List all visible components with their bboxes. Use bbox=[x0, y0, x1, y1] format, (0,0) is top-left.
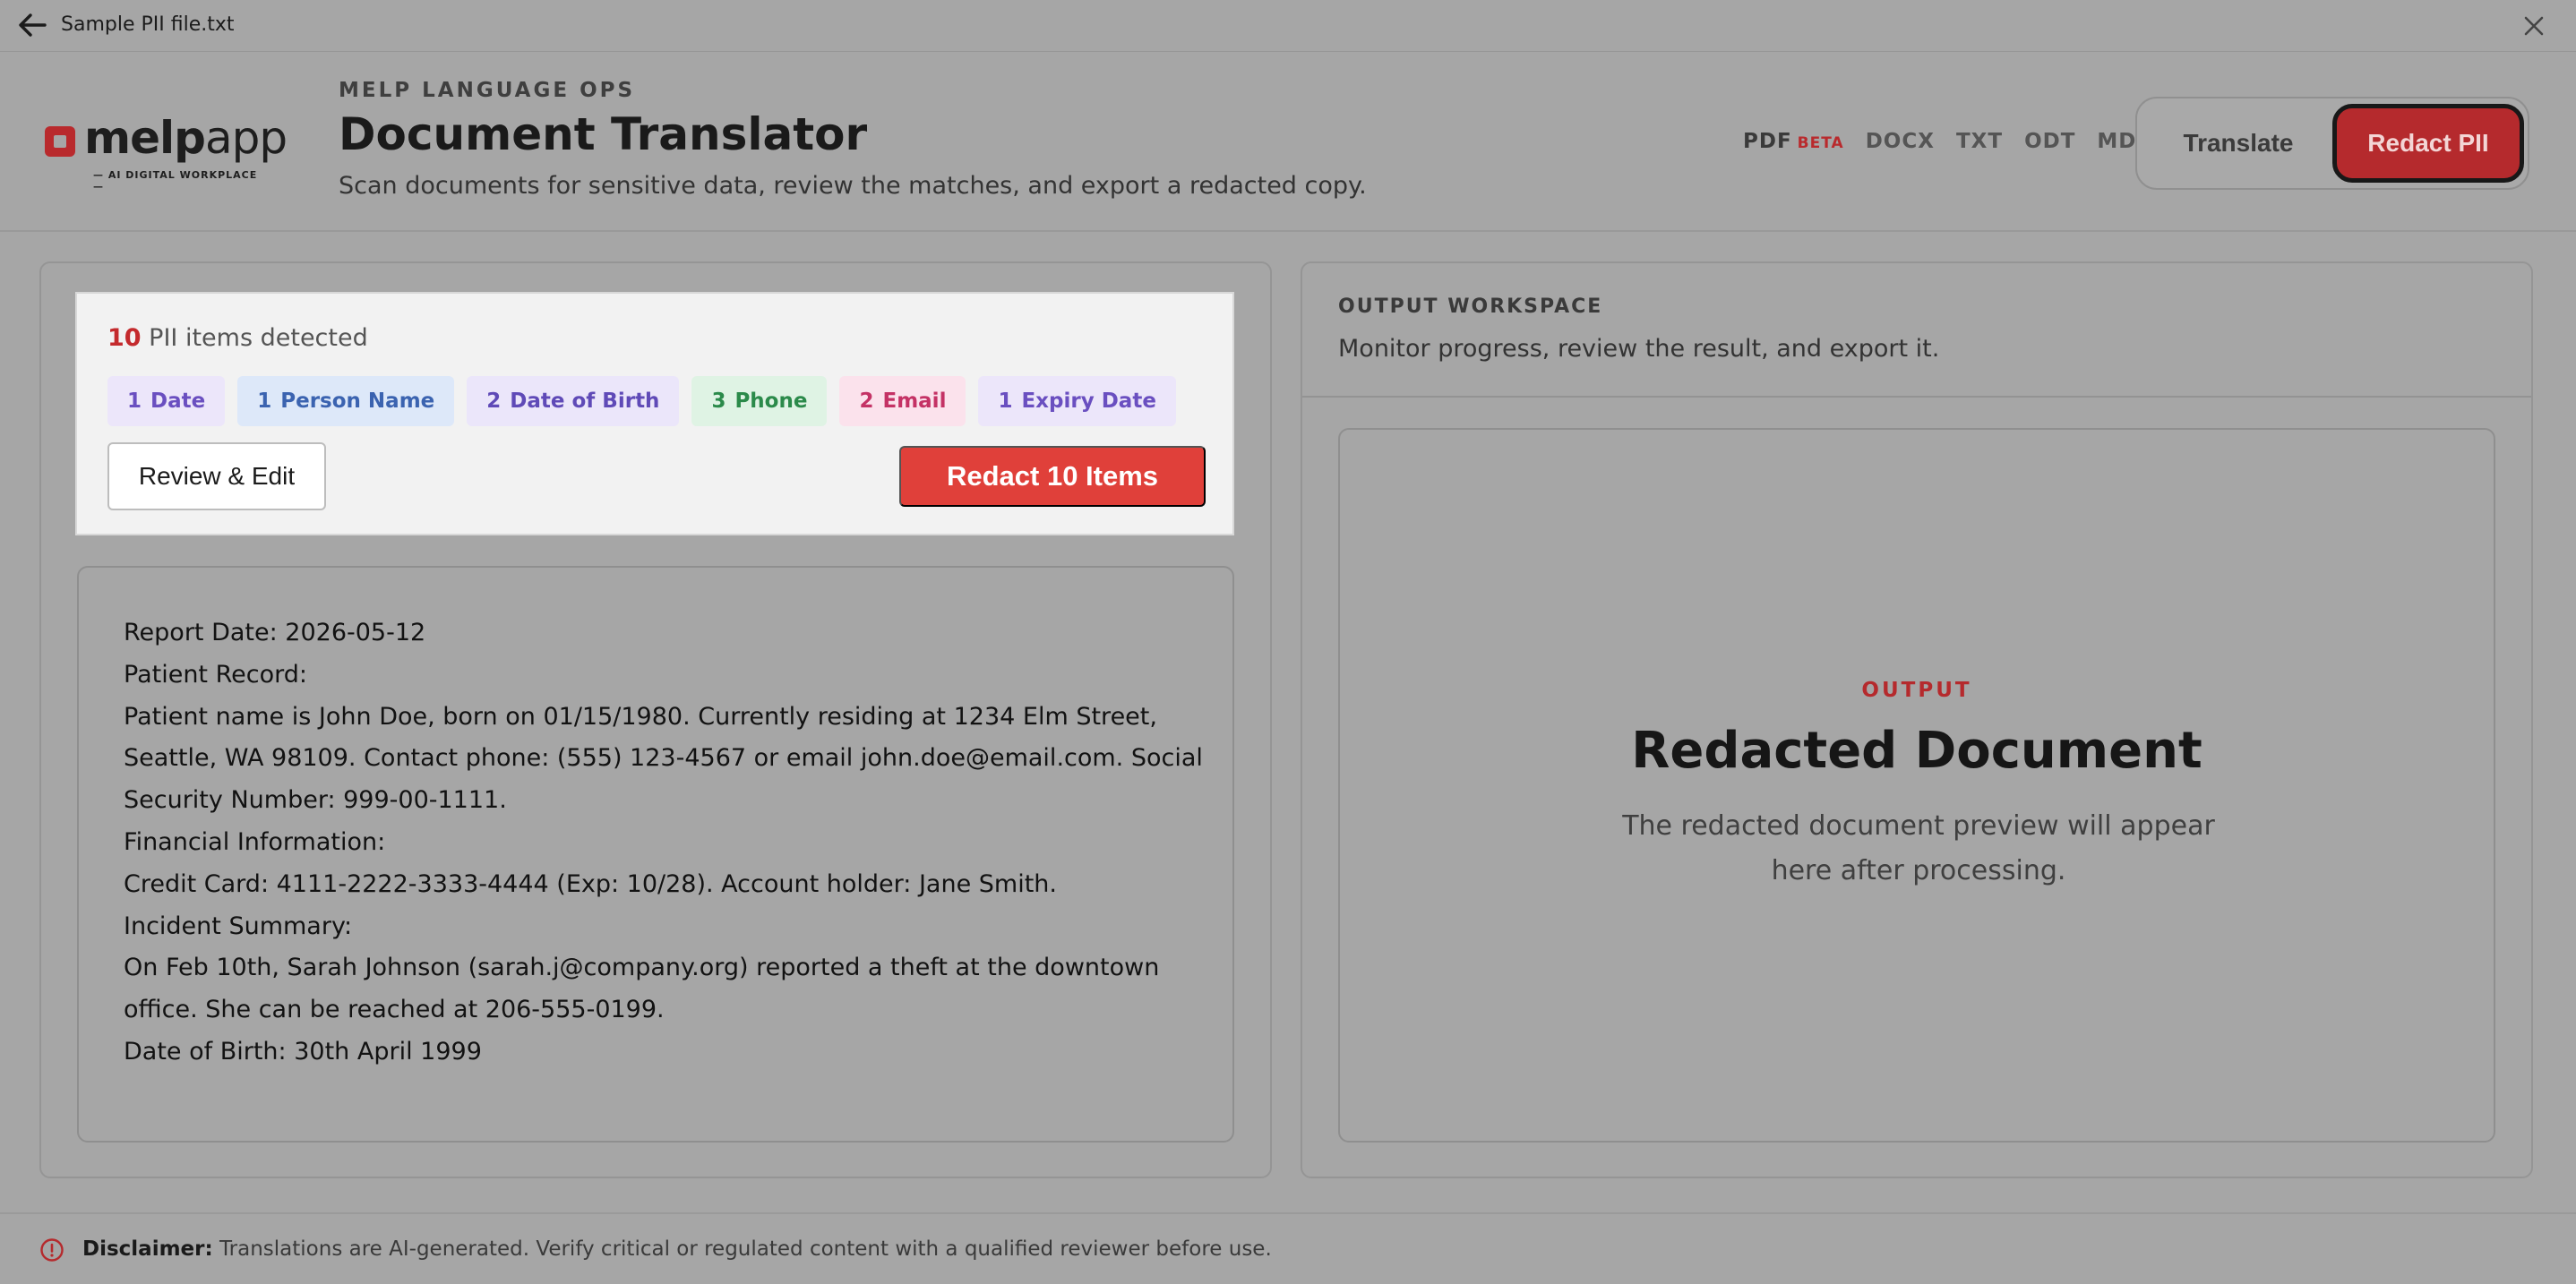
doc-line: On Feb 10th, Sarah Johnson (sarah.j@comp… bbox=[124, 954, 1160, 1024]
info-circle-icon bbox=[40, 1238, 64, 1262]
close-icon[interactable] bbox=[2520, 13, 2547, 39]
header-eyebrow: MELP LANGUAGE OPS bbox=[339, 79, 636, 102]
redacted-preview-box: OUTPUT Redacted Document The redacted do… bbox=[1338, 428, 2495, 1143]
format-pdf: PDF BETA bbox=[1743, 130, 1844, 153]
pii-count: 10 bbox=[107, 324, 142, 352]
document-preview[interactable]: Report Date: 2026-05-12 Patient Record: … bbox=[77, 566, 1234, 1143]
format-odt: ODT bbox=[2024, 130, 2076, 153]
arrow-left-icon[interactable] bbox=[16, 12, 48, 39]
app-header: melpapp — AI DIGITAL WORKPLACE — MELP LA… bbox=[0, 53, 2576, 232]
output-subtitle: Monitor progress, review the result, and… bbox=[1338, 335, 1940, 363]
logo-mark-icon bbox=[45, 126, 75, 157]
disclaimer-text: Disclaimer: Translations are AI-generate… bbox=[82, 1237, 1272, 1261]
pii-category-chips: 1 Date 1 Person Name 2 Date of Birth 3 Phone… bbox=[107, 376, 1176, 426]
page-title: Document Translator bbox=[339, 108, 868, 160]
preview-placeholder-text: The redacted document preview will appea… bbox=[1622, 810, 2215, 886]
doc-line: Incident Summary: bbox=[124, 912, 353, 940]
disclaimer-footer: Disclaimer: Translations are AI-generate… bbox=[0, 1212, 2576, 1284]
page-subtitle: Scan documents for sensitive data, revie… bbox=[339, 172, 1367, 200]
format-docx: DOCX bbox=[1865, 130, 1935, 153]
doc-line: Financial Information: bbox=[124, 827, 386, 856]
preview-label: OUTPUT bbox=[1861, 679, 1972, 702]
melp-app-logo: melpapp — AI DIGITAL WORKPLACE — bbox=[45, 116, 288, 193]
mode-switch: Translate Redact PII bbox=[2135, 97, 2529, 190]
chip-email[interactable]: 2 Email bbox=[839, 376, 966, 426]
pii-count-label: PII items detected bbox=[149, 324, 368, 352]
doc-line: Patient name is John Doe, born on 01/15/… bbox=[124, 702, 1203, 815]
chip-person-name[interactable]: 1 Person Name bbox=[237, 376, 455, 426]
title-bar: Sample PII file.txt bbox=[0, 0, 2576, 52]
redact-items-button[interactable]: Redact 10 Items bbox=[899, 446, 1206, 507]
pii-count-line: 10 PII items detected bbox=[107, 324, 368, 352]
file-name: Sample PII file.txt bbox=[61, 13, 235, 36]
chip-phone[interactable]: 3 Phone bbox=[691, 376, 828, 426]
pii-summary-card: 10 PII items detected 1 Date 1 Person Name… bbox=[75, 292, 1234, 535]
chip-expiry-date[interactable]: 1 Expiry Date bbox=[978, 376, 1176, 426]
doc-line: Report Date: 2026-05-12 bbox=[124, 619, 426, 646]
redact-pii-mode-button[interactable]: Redact PII bbox=[2332, 104, 2524, 183]
translate-mode-button[interactable]: Translate bbox=[2144, 106, 2332, 181]
chip-date[interactable]: 1 Date bbox=[107, 376, 226, 426]
chip-date-of-birth[interactable]: 2 Date of Birth bbox=[467, 376, 680, 426]
output-divider bbox=[1302, 396, 2531, 398]
preview-title: Redacted Document bbox=[1631, 722, 2202, 780]
disclaimer-label: Disclaimer: bbox=[82, 1237, 213, 1261]
output-eyebrow: OUTPUT WORKSPACE bbox=[1338, 295, 1603, 318]
doc-line: Credit Card: 4111-2222-3333-4444 (Exp: 1… bbox=[124, 869, 1058, 898]
logo-text-bold: melp bbox=[84, 112, 206, 164]
document-text: Report Date: 2026-05-12 Patient Record: … bbox=[124, 612, 1207, 1074]
format-txt: TXT bbox=[1955, 130, 2004, 153]
beta-badge: BETA bbox=[1797, 134, 1844, 152]
supported-formats: PDF BETA DOCX TXT ODT MD bbox=[1743, 130, 2136, 153]
format-md: MD bbox=[2097, 130, 2137, 153]
review-edit-button[interactable]: Review & Edit bbox=[107, 442, 326, 510]
logo-tagline: — AI DIGITAL WORKPLACE — bbox=[93, 169, 258, 193]
doc-line: Date of Birth: 30th April 1999 bbox=[124, 1037, 482, 1066]
logo-text-light: app bbox=[204, 112, 288, 164]
doc-line: Patient Record: bbox=[124, 660, 307, 689]
